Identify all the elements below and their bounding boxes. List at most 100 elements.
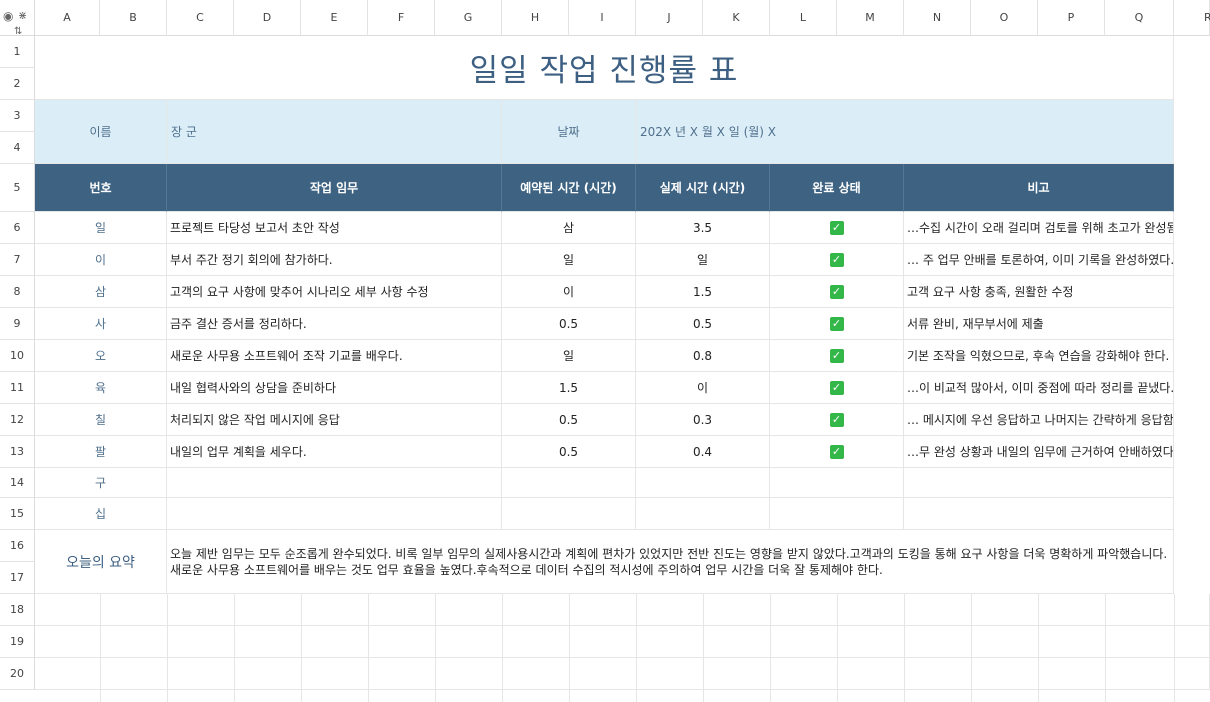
row-header-2[interactable]: 2 <box>0 68 35 100</box>
header-note[interactable]: 비고 <box>904 164 1174 212</box>
row-header-10[interactable]: 10 <box>0 340 35 372</box>
summary-text[interactable]: 오늘 제반 임무는 모두 순조롭게 완수되었다. 비록 일부 임무의 실제사용시… <box>167 530 1174 594</box>
task-number[interactable]: 칠 <box>35 404 167 436</box>
task-name[interactable] <box>167 498 502 530</box>
task-actual-time[interactable]: 일 <box>636 244 770 276</box>
task-note[interactable]: … 메시지에 우선 응답하고 나머지는 간략하게 응답함 <box>904 404 1174 436</box>
task-number[interactable]: 일 <box>35 212 167 244</box>
task-planned-time[interactable]: 0.5 <box>502 404 636 436</box>
task-actual-time[interactable]: 이 <box>636 372 770 404</box>
task-note[interactable]: 기본 조작을 익혔으므로, 후속 연습을 강화해야 한다. <box>904 340 1174 372</box>
column-header-f[interactable]: F <box>368 0 435 36</box>
task-planned-time[interactable] <box>502 468 636 498</box>
task-actual-time[interactable]: 3.5 <box>636 212 770 244</box>
column-header-n[interactable]: N <box>904 0 971 36</box>
task-number[interactable]: 삼 <box>35 276 167 308</box>
freeze-icon[interactable]: ⋇ <box>18 9 27 22</box>
row-header-15[interactable]: 15 <box>0 498 35 530</box>
row-header-12[interactable]: 12 <box>0 404 35 436</box>
column-header-r[interactable]: R <box>1174 0 1210 36</box>
empty-row[interactable] <box>35 594 1210 626</box>
column-header-a[interactable]: A <box>35 0 100 36</box>
task-status-cell[interactable] <box>770 498 904 530</box>
header-number[interactable]: 번호 <box>35 164 167 212</box>
row-header-17[interactable]: 17 <box>0 562 35 594</box>
task-number[interactable]: 구 <box>35 468 167 498</box>
task-name[interactable]: 새로운 사무용 소프트웨어 조작 기교를 배우다. <box>167 340 502 372</box>
task-actual-time[interactable] <box>636 468 770 498</box>
task-status-cell[interactable]: ✓ <box>770 404 904 436</box>
name-label[interactable]: 이름 <box>35 100 167 164</box>
row-header-3[interactable]: 3 <box>0 100 35 132</box>
row-header-18[interactable]: 18 <box>0 594 35 626</box>
task-status-cell[interactable]: ✓ <box>770 308 904 340</box>
task-planned-time[interactable]: 일 <box>502 340 636 372</box>
header-task[interactable]: 작업 임무 <box>167 164 502 212</box>
task-number[interactable]: 팔 <box>35 436 167 468</box>
task-actual-time[interactable]: 0.4 <box>636 436 770 468</box>
task-status-cell[interactable]: ✓ <box>770 212 904 244</box>
row-header-9[interactable]: 9 <box>0 308 35 340</box>
column-header-i[interactable]: I <box>569 0 636 36</box>
column-header-m[interactable]: M <box>837 0 904 36</box>
task-planned-time[interactable]: 0.5 <box>502 308 636 340</box>
task-actual-time[interactable]: 1.5 <box>636 276 770 308</box>
task-name[interactable] <box>167 468 502 498</box>
task-name[interactable]: 내일의 업무 계획을 세우다. <box>167 436 502 468</box>
task-actual-time[interactable]: 0.8 <box>636 340 770 372</box>
row-header-5[interactable]: 5 <box>0 164 35 212</box>
task-status-cell[interactable]: ✓ <box>770 436 904 468</box>
sheet-title[interactable]: 일일 작업 진행률 표 <box>35 36 1174 100</box>
column-header-g[interactable]: G <box>435 0 502 36</box>
header-status[interactable]: 완료 상태 <box>770 164 904 212</box>
column-header-k[interactable]: K <box>703 0 770 36</box>
row-header-19[interactable]: 19 <box>0 626 35 658</box>
row-header-7[interactable]: 7 <box>0 244 35 276</box>
task-status-cell[interactable]: ✓ <box>770 372 904 404</box>
date-label[interactable]: 날짜 <box>502 100 636 164</box>
row-header-16[interactable]: 16 <box>0 530 35 562</box>
task-number[interactable]: 이 <box>35 244 167 276</box>
task-note[interactable]: …무 완성 상황과 내일의 임무에 근거하여 안배하였다 <box>904 436 1174 468</box>
row-header-1[interactable]: 1 <box>0 36 35 68</box>
task-note[interactable] <box>904 468 1174 498</box>
row-header-11[interactable]: 11 <box>0 372 35 404</box>
column-header-j[interactable]: J <box>636 0 703 36</box>
column-header-e[interactable]: E <box>301 0 368 36</box>
task-planned-time[interactable]: 1.5 <box>502 372 636 404</box>
task-name[interactable]: 처리되지 않은 작업 메시지에 응답 <box>167 404 502 436</box>
task-actual-time[interactable]: 0.3 <box>636 404 770 436</box>
header-planned-time[interactable]: 예약된 시간 (시간) <box>502 164 636 212</box>
column-header-l[interactable]: L <box>770 0 837 36</box>
name-value[interactable]: 장 군 <box>167 100 502 164</box>
task-planned-time[interactable]: 삼 <box>502 212 636 244</box>
date-value[interactable]: 202X 년 X 월 X 일 (월) X <box>636 100 1174 164</box>
row-header-13[interactable]: 13 <box>0 436 35 468</box>
column-header-p[interactable]: P <box>1038 0 1105 36</box>
task-name[interactable]: 내일 협력사와의 상담을 준비하다 <box>167 372 502 404</box>
task-note[interactable]: … 주 업무 안배를 토론하여, 이미 기록을 완성하였다. <box>904 244 1174 276</box>
task-status-cell[interactable]: ✓ <box>770 244 904 276</box>
task-name[interactable]: 금주 결산 증서를 정리하다. <box>167 308 502 340</box>
row-header-8[interactable]: 8 <box>0 276 35 308</box>
task-planned-time[interactable]: 0.5 <box>502 436 636 468</box>
task-planned-time[interactable]: 일 <box>502 244 636 276</box>
task-number[interactable]: 육 <box>35 372 167 404</box>
task-number[interactable]: 사 <box>35 308 167 340</box>
task-note[interactable]: …수집 시간이 오래 걸리며 검토를 위해 초고가 완성됨 <box>904 212 1174 244</box>
row-header-6[interactable]: 6 <box>0 212 35 244</box>
task-planned-time[interactable] <box>502 498 636 530</box>
select-all-corner[interactable]: ◉ ⋇ ⇅ <box>0 0 35 37</box>
task-number[interactable]: 십 <box>35 498 167 530</box>
task-status-cell[interactable] <box>770 468 904 498</box>
task-name[interactable]: 프로젝트 타당성 보고서 초안 작성 <box>167 212 502 244</box>
column-header-d[interactable]: D <box>234 0 301 36</box>
row-header-4[interactable]: 4 <box>0 132 35 164</box>
summary-label[interactable]: 오늘의 요약 <box>35 530 167 594</box>
empty-row[interactable] <box>35 658 1210 690</box>
task-actual-time[interactable] <box>636 498 770 530</box>
task-planned-time[interactable]: 이 <box>502 276 636 308</box>
empty-row[interactable] <box>35 626 1210 658</box>
column-header-b[interactable]: B <box>100 0 167 36</box>
row-header-20[interactable]: 20 <box>0 658 35 690</box>
